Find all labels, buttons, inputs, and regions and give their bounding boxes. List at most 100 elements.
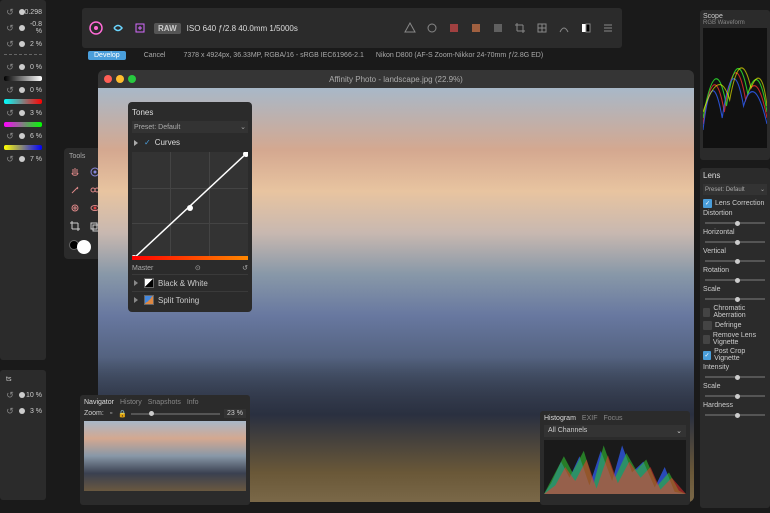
chromatic-checkbox[interactable] (703, 308, 710, 317)
scale2-label: Scale (703, 383, 767, 390)
defringe-checkbox[interactable] (703, 321, 712, 330)
tab-info[interactable]: Info (187, 399, 199, 406)
picker-icon[interactable]: ⊙ (195, 264, 201, 272)
reset-icon[interactable]: ↺ (4, 84, 16, 96)
tab-snapshots[interactable]: Snapshots (148, 399, 181, 406)
scale-slider[interactable] (705, 298, 765, 300)
adjustment-slider[interactable]: ↺7 % (4, 151, 42, 167)
scale2-slider[interactable] (705, 395, 765, 397)
menu-icon[interactable] (600, 20, 616, 36)
adjustment-slider[interactable]: ↺ 6 % (4, 128, 42, 144)
tab-history[interactable]: History (120, 399, 142, 406)
preset-icon[interactable] (446, 20, 462, 36)
zoom-slider[interactable] (131, 413, 220, 415)
grid-icon[interactable] (534, 20, 550, 36)
tones-panel: Tones Preset: Default ⌄ ✓ Curves Master … (128, 102, 252, 312)
develop-button[interactable]: Develop (88, 51, 126, 60)
defringe-label: Defringe (715, 322, 741, 329)
horizontal-slider[interactable] (705, 241, 765, 243)
horizontal-label: Horizontal (703, 229, 767, 236)
distortion-slider[interactable] (705, 222, 765, 224)
lens-preset-dropdown[interactable]: Preset: Default⌄ (703, 184, 767, 195)
adjustment-slider[interactable]: ↺3 % (4, 403, 42, 419)
hand-tool[interactable] (67, 164, 83, 180)
persona-export-icon[interactable] (132, 20, 148, 36)
gradient-indicator (4, 122, 42, 127)
split-checkbox[interactable] (144, 295, 154, 305)
sync-icon[interactable] (424, 20, 440, 36)
adjustment-slider[interactable]: ↺0.298 (4, 4, 42, 20)
curves-channel-dropdown[interactable]: Master (132, 265, 153, 272)
lens-correction-checkbox[interactable]: ✓ (703, 199, 712, 208)
disclosure-triangle-icon[interactable] (132, 139, 140, 147)
lens-title: Lens (703, 171, 767, 180)
scope-panel: Scope RGB Waveform (700, 10, 770, 160)
curves-section-label[interactable]: Curves (155, 138, 180, 147)
persona-develop-icon[interactable] (88, 20, 104, 36)
blemish-tool[interactable] (67, 200, 83, 216)
reset-icon[interactable]: ↺ (4, 22, 16, 34)
adjustment-slider[interactable]: ↺2 % (4, 36, 42, 52)
slider-value: 0 % (22, 87, 42, 94)
crop-toolbar-icon[interactable] (512, 20, 528, 36)
tones-preset-dropdown[interactable]: Preset: Default ⌄ (132, 121, 248, 133)
reset-icon[interactable]: ↺ (4, 107, 16, 119)
scope-mode[interactable]: RGB Waveform (703, 20, 767, 26)
remove-lens-checkbox[interactable] (703, 335, 710, 344)
image-dimensions: 7378 x 4924px, 36.33MP, RGBA/16 - sRGB I… (183, 52, 363, 59)
hardness-slider[interactable] (705, 414, 765, 416)
gradient-indicator (4, 145, 42, 150)
adjustment-slider[interactable]: ↺10 % (4, 387, 42, 403)
post-crop-checkbox[interactable]: ✓ (703, 351, 711, 360)
reset-icon[interactable]: ↺ (4, 130, 16, 142)
split-toning-label[interactable]: Split Toning (158, 296, 199, 305)
zoom-label: Zoom: (84, 410, 104, 417)
zoom-fit-icon[interactable]: ▫ (108, 410, 114, 417)
disclosure-closed-icon[interactable] (132, 279, 140, 287)
tones-title: Tones (132, 106, 248, 119)
adjustment-slider[interactable]: ↺ 0 % (4, 82, 42, 98)
tab-focus[interactable]: Focus (603, 415, 622, 422)
maximize-window-button[interactable] (128, 75, 136, 83)
disclosure-closed-icon[interactable] (132, 296, 140, 304)
bw-label[interactable]: Black & White (158, 279, 208, 288)
crop-tool[interactable] (67, 218, 83, 234)
curves-editor[interactable] (132, 152, 248, 260)
rotation-slider[interactable] (705, 279, 765, 281)
post-crop-label: Post Crop Vignette (714, 348, 767, 362)
reset-icon[interactable]: ↺ (242, 264, 248, 272)
bw-checkbox[interactable] (144, 278, 154, 288)
reset-icon[interactable]: ↺ (4, 153, 16, 165)
minimize-window-button[interactable] (116, 75, 124, 83)
navigator-preview[interactable] (84, 421, 246, 491)
close-window-button[interactable] (104, 75, 112, 83)
curves-toolbar-icon[interactable] (556, 20, 572, 36)
tab-histogram[interactable]: Histogram (544, 415, 576, 422)
swatch2-icon[interactable] (490, 20, 506, 36)
bw-toolbar-icon[interactable] (578, 20, 594, 36)
persona-liquify-icon[interactable] (110, 20, 126, 36)
reset-icon[interactable]: ↺ (4, 389, 16, 401)
slider-value: 0 % (22, 64, 42, 71)
tab-exif[interactable]: EXIF (582, 415, 598, 422)
adjustment-slider[interactable]: ↺ 0 % (4, 59, 42, 75)
vertical-slider[interactable] (705, 260, 765, 262)
clip-warning-icon[interactable] (402, 20, 418, 36)
reset-icon[interactable]: ↺ (4, 405, 16, 417)
lens-panel: Lens Preset: Default⌄ ✓Lens Correction D… (700, 168, 770, 508)
background-color[interactable] (77, 240, 91, 254)
adjustment-slider[interactable]: ↺3 % (4, 105, 42, 121)
channels-dropdown[interactable]: All Channels⌄ (544, 425, 686, 437)
reset-icon[interactable]: ↺ (4, 38, 16, 50)
brush-tool[interactable] (67, 182, 83, 198)
intensity-slider[interactable] (705, 376, 765, 378)
slider-value: -0.8 % (22, 21, 42, 35)
zoom-lock-icon[interactable]: 🔒 (118, 410, 127, 418)
tab-navigator[interactable]: Navigator (84, 399, 114, 406)
swatch1-icon[interactable] (468, 20, 484, 36)
cancel-button[interactable]: Cancel (138, 51, 172, 60)
reset-icon[interactable]: ↺ (4, 6, 16, 18)
adjustment-slider[interactable]: ↺ -0.8 % (4, 20, 42, 36)
reset-icon[interactable]: ↺ (4, 61, 16, 73)
slider-value: 6 % (22, 133, 42, 140)
